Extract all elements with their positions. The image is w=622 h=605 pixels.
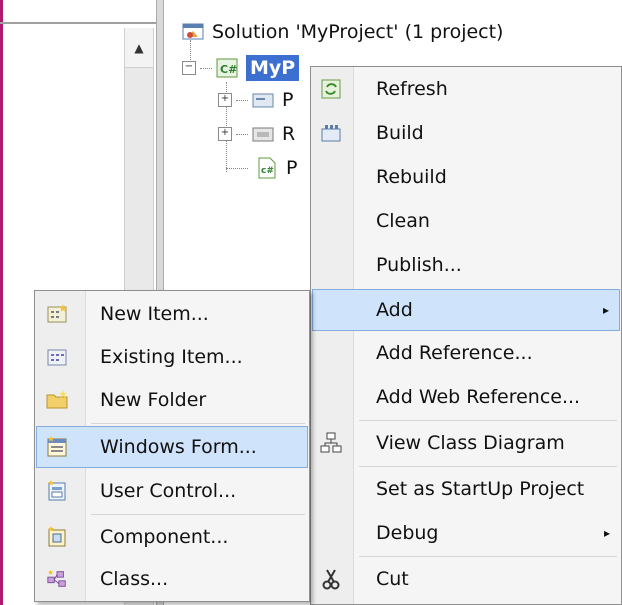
submenu-arrow-icon: ▸ xyxy=(603,526,610,540)
menu-item-cut[interactable]: Cut xyxy=(312,559,620,599)
component-icon xyxy=(46,526,68,548)
menu-item-label: Windows Form... xyxy=(100,436,257,458)
menu-item-publish[interactable]: Publish... xyxy=(312,245,620,285)
properties-folder-icon xyxy=(252,89,274,111)
add-submenu: New Item... Existing Item... New Folder … xyxy=(34,290,310,602)
menu-item-set-startup-project[interactable]: Set as StartUp Project xyxy=(312,469,620,509)
tree-node-label: P xyxy=(286,157,298,179)
menu-separator xyxy=(359,556,617,557)
csharp-project-icon: C# xyxy=(216,57,238,79)
menu-item-label: Debug xyxy=(376,522,439,544)
svg-text:C#: C# xyxy=(220,63,237,76)
menu-item-label: Clean xyxy=(376,210,430,232)
menu-item-label: User Control... xyxy=(100,480,237,502)
windows-form-icon xyxy=(46,436,68,458)
build-icon xyxy=(320,122,342,144)
tree-line xyxy=(236,133,248,135)
tree-node-label: R xyxy=(282,123,296,145)
menu-item-label: New Folder xyxy=(100,389,207,411)
collapse-icon[interactable]: − xyxy=(182,61,196,75)
menu-item-label: View Class Diagram xyxy=(376,432,565,454)
tree-node-label: P xyxy=(282,89,294,111)
expand-icon[interactable]: + xyxy=(218,127,232,141)
menu-item-label: Publish... xyxy=(376,254,462,276)
class-icon xyxy=(46,568,68,590)
solution-label: Solution 'MyProject' (1 project) xyxy=(212,21,504,43)
menu-item-add-reference[interactable]: Add Reference... xyxy=(312,333,620,373)
menu-item-refresh[interactable]: Refresh xyxy=(312,69,620,109)
scroll-up-arrow-icon[interactable]: ▲ xyxy=(125,28,153,68)
tree-node-project[interactable]: − C# MyP xyxy=(182,52,300,84)
cut-icon xyxy=(320,568,342,590)
menu-separator xyxy=(91,514,305,515)
references-folder-icon xyxy=(252,123,274,145)
menu-item-label: Add Web Reference... xyxy=(376,386,581,408)
panel-divider xyxy=(0,22,158,24)
submenu-arrow-icon: ▸ xyxy=(602,303,609,317)
csharp-file-icon: c# xyxy=(256,157,278,179)
tree-node-solution[interactable]: Solution 'MyProject' (1 project) xyxy=(182,16,503,48)
menu-item-label: Refresh xyxy=(376,78,448,100)
menu-item-label: Build xyxy=(376,122,424,144)
menu-separator xyxy=(359,466,617,467)
expand-icon[interactable]: + xyxy=(218,93,232,107)
new-folder-icon xyxy=(46,389,68,411)
menu-item-existing-item[interactable]: Existing Item... xyxy=(36,337,308,377)
project-label: MyP xyxy=(246,55,300,81)
menu-item-windows-form[interactable]: Windows Form... xyxy=(36,426,308,468)
menu-item-component[interactable]: Component... xyxy=(36,517,308,557)
menu-item-label: Class... xyxy=(100,568,169,590)
menu-item-clean[interactable]: Clean xyxy=(312,201,620,241)
tree-node-program[interactable]: c# P xyxy=(226,152,297,184)
svg-text:c#: c# xyxy=(261,166,274,176)
menu-item-label: Rebuild xyxy=(376,166,447,188)
new-item-icon xyxy=(46,303,68,325)
existing-item-icon xyxy=(46,346,68,368)
tree-line xyxy=(236,99,248,101)
project-context-menu: Refresh Build Rebuild Clean Publish... A… xyxy=(310,66,622,605)
menu-item-add-web-reference[interactable]: Add Web Reference... xyxy=(312,377,620,417)
solution-icon xyxy=(182,21,204,43)
class-diagram-icon xyxy=(320,432,342,454)
menu-item-label: New Item... xyxy=(100,303,209,325)
tree-node-references[interactable]: + R xyxy=(218,118,295,150)
refresh-icon xyxy=(320,78,342,100)
menu-item-label: Existing Item... xyxy=(100,346,243,368)
menu-item-label: Cut xyxy=(376,568,409,590)
menu-separator xyxy=(91,423,305,424)
menu-item-view-class-diagram[interactable]: View Class Diagram xyxy=(312,423,620,463)
menu-item-new-folder[interactable]: New Folder xyxy=(36,380,308,420)
menu-item-label: Component... xyxy=(100,526,229,548)
menu-item-label: Set as StartUp Project xyxy=(376,478,585,500)
menu-item-class[interactable]: Class... xyxy=(36,559,308,599)
menu-item-add[interactable]: Add ▸ xyxy=(312,289,620,331)
menu-separator xyxy=(359,420,617,421)
menu-item-build[interactable]: Build xyxy=(312,113,620,153)
menu-item-new-item[interactable]: New Item... xyxy=(36,294,308,334)
menu-item-label: Add Reference... xyxy=(376,342,533,364)
menu-item-user-control[interactable]: User Control... xyxy=(36,471,308,511)
tree-line xyxy=(200,67,212,69)
menu-item-label: Add xyxy=(376,299,413,321)
menu-item-rebuild[interactable]: Rebuild xyxy=(312,157,620,197)
user-control-icon xyxy=(46,480,68,502)
menu-item-debug[interactable]: Debug ▸ xyxy=(312,513,620,553)
tree-line xyxy=(226,167,248,169)
tree-node-properties[interactable]: + P xyxy=(218,84,293,116)
